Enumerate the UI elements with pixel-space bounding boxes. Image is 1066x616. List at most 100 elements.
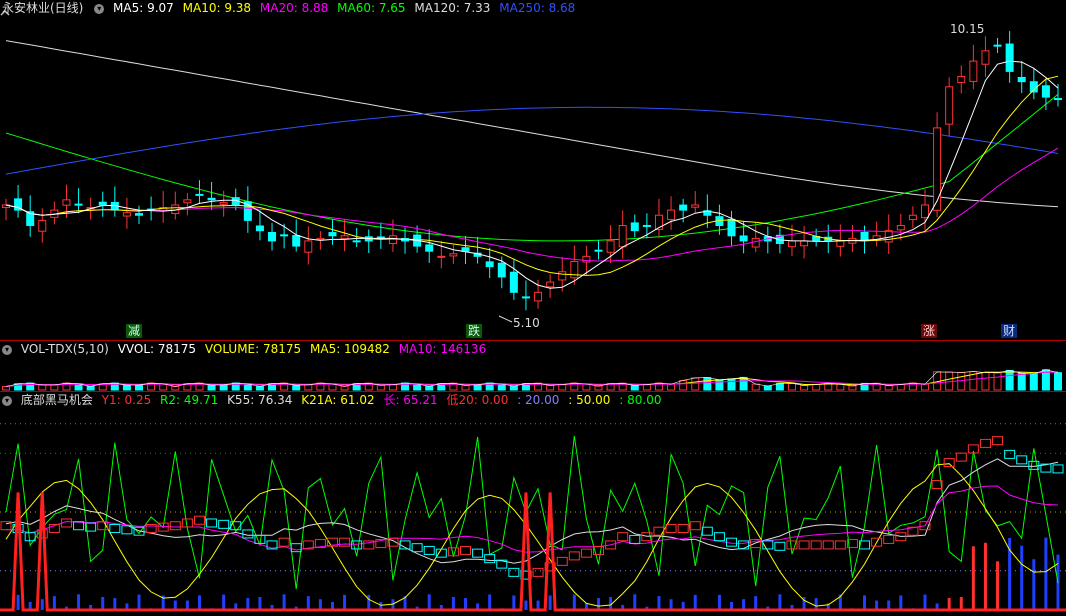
volume-bar bbox=[255, 385, 264, 391]
k55-line bbox=[5, 458, 1059, 564]
candle-body bbox=[787, 240, 796, 248]
volume-bar bbox=[159, 383, 168, 391]
volume-bar bbox=[981, 371, 990, 391]
candle-body bbox=[957, 76, 966, 83]
ind-hist-bar bbox=[959, 597, 963, 610]
ind-hist-bar bbox=[633, 594, 637, 610]
volume-bar bbox=[171, 385, 180, 391]
step-box bbox=[822, 540, 834, 550]
ind-hist-bar bbox=[657, 596, 661, 610]
event-marker-die[interactable]: 跌 bbox=[466, 324, 483, 338]
price-chart[interactable] bbox=[0, 0, 1066, 340]
candle-body bbox=[945, 86, 954, 125]
volume-bar bbox=[219, 384, 228, 391]
candle-body bbox=[896, 225, 905, 231]
low-arrow bbox=[498, 315, 513, 323]
ma10-line bbox=[5, 75, 1059, 276]
ind-hist-bar bbox=[899, 595, 903, 610]
candle-body bbox=[304, 240, 313, 253]
volume-bar bbox=[425, 385, 434, 391]
volume-bar bbox=[751, 383, 760, 391]
candle-body bbox=[667, 209, 676, 220]
candle-body bbox=[630, 222, 639, 232]
candle-body bbox=[642, 224, 651, 227]
volume-bar bbox=[207, 384, 216, 391]
candle-body bbox=[800, 240, 809, 247]
ind-hist-bar bbox=[947, 598, 951, 610]
volume-bar bbox=[376, 384, 385, 391]
volume-bar bbox=[630, 384, 639, 391]
step-box bbox=[943, 458, 955, 468]
volume-bar bbox=[703, 377, 712, 391]
candle-body bbox=[509, 271, 518, 293]
candle-body bbox=[1005, 43, 1014, 72]
price-pane[interactable]: 永安林业(日线) ▾ MA5: 9.07 MA10: 9.38 MA20: 8.… bbox=[0, 0, 1066, 340]
ind-hist-bar bbox=[923, 594, 927, 610]
volume-bar bbox=[304, 384, 313, 391]
event-marker-jian[interactable]: 减 bbox=[126, 324, 143, 338]
volume-pane[interactable]: ▾ VOL-TDX(5,10) VVOL: 78175 VOLUME: 7817… bbox=[0, 341, 1066, 391]
step-box bbox=[472, 548, 484, 558]
candle-body bbox=[594, 249, 603, 252]
volume-bar bbox=[800, 384, 809, 391]
volume-bar bbox=[558, 384, 567, 391]
volume-bar bbox=[727, 378, 736, 391]
candle-body bbox=[751, 237, 760, 248]
candle-body bbox=[618, 225, 627, 248]
candle-body bbox=[521, 296, 530, 299]
step-box bbox=[206, 518, 218, 528]
indicator-pane[interactable]: ▾ 底部黑马机会 Y1: 0.25 R2: 49.71 K55: 76.34 K… bbox=[0, 392, 1066, 616]
ind-hist-bar bbox=[778, 594, 782, 610]
ma5-line bbox=[5, 60, 1059, 289]
volume-bar bbox=[388, 384, 397, 391]
ind-hist-bar bbox=[572, 594, 576, 610]
ind-hist-bar bbox=[282, 594, 286, 610]
step-box bbox=[689, 521, 701, 531]
high-price-label: 10.15 bbox=[950, 22, 985, 36]
volume-bar bbox=[50, 384, 59, 391]
candle-body bbox=[316, 237, 325, 241]
ind-hist-bar bbox=[318, 599, 322, 610]
step-box bbox=[218, 519, 230, 529]
step-box bbox=[1016, 455, 1028, 465]
volume-bar bbox=[243, 383, 252, 391]
volume-bar bbox=[122, 384, 131, 391]
step-box bbox=[459, 545, 471, 555]
volume-bar bbox=[787, 382, 796, 391]
chang-line bbox=[5, 485, 1059, 553]
volume-bar bbox=[1017, 372, 1026, 391]
ind-hist-bar bbox=[983, 542, 987, 610]
candle-body bbox=[933, 127, 942, 211]
volume-bar bbox=[38, 384, 47, 391]
candle-body bbox=[449, 253, 458, 257]
ma120-line bbox=[5, 40, 1059, 208]
ma20-line bbox=[5, 147, 1059, 262]
candle-body bbox=[727, 218, 736, 237]
candle-body bbox=[993, 44, 1002, 47]
volume-bar bbox=[715, 379, 724, 391]
event-marker-cai[interactable]: 财 bbox=[1001, 324, 1018, 338]
volume-bar bbox=[812, 383, 821, 391]
step-box bbox=[738, 540, 750, 550]
candle-body bbox=[135, 213, 144, 216]
volume-bar bbox=[509, 385, 518, 391]
ind-hist-bar bbox=[197, 595, 201, 610]
event-marker-zhang[interactable]: 涨 bbox=[921, 324, 938, 338]
low-price-label: 5.10 bbox=[513, 316, 540, 330]
candle-body bbox=[606, 240, 615, 253]
candle-body bbox=[739, 235, 748, 242]
step-box bbox=[230, 521, 242, 531]
volume-bar bbox=[546, 384, 555, 391]
ind-hist-bar bbox=[524, 600, 528, 610]
candle-body bbox=[340, 235, 349, 240]
candle-body bbox=[558, 271, 567, 281]
indicator-chart[interactable] bbox=[0, 392, 1066, 616]
candle-body bbox=[207, 197, 216, 201]
step-box bbox=[109, 523, 121, 533]
step-box bbox=[423, 545, 435, 555]
step-box bbox=[979, 438, 991, 448]
k21a-line bbox=[5, 463, 1059, 607]
ind-hist-bar bbox=[427, 594, 431, 610]
volume-chart[interactable] bbox=[0, 341, 1066, 391]
candle-body bbox=[280, 234, 289, 237]
